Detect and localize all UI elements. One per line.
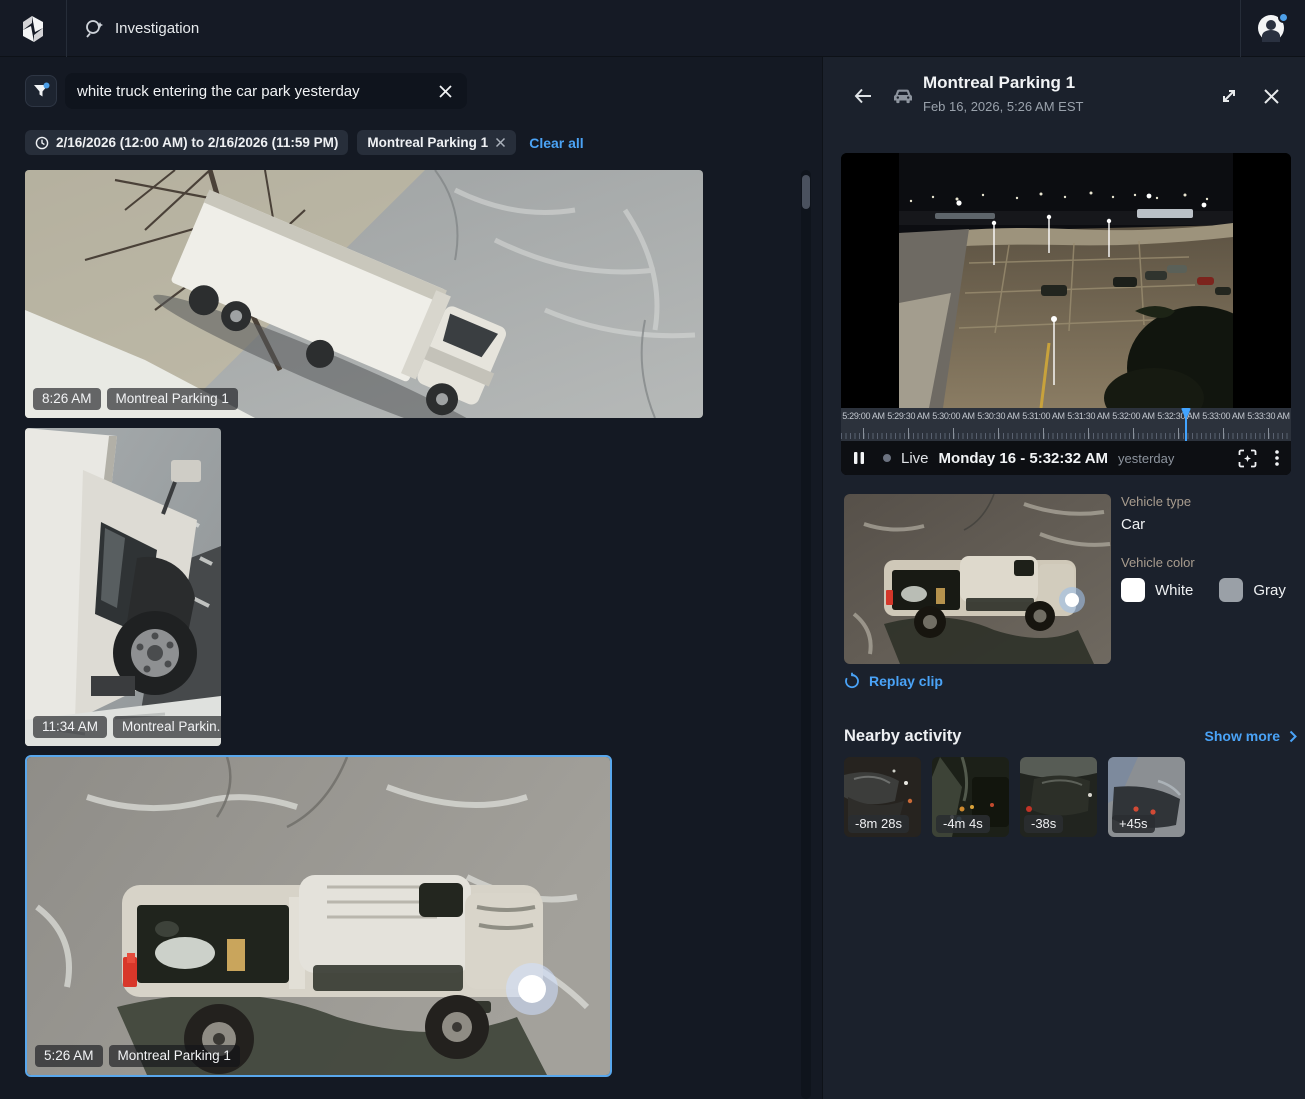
results-scrollbar-thumb[interactable] xyxy=(802,175,810,209)
filter-chips-row: 2/16/2026 (12:00 AM) to 2/16/2026 (11:59… xyxy=(25,130,584,155)
avatar-status-badge xyxy=(1278,12,1289,23)
result-2-time-badge: 11:34 AM xyxy=(33,716,107,738)
detail-subtitle: Feb 16, 2026, 5:26 AM EST xyxy=(923,99,1083,114)
search-bar xyxy=(65,73,467,109)
relative-day-label: yesterday xyxy=(1118,451,1174,466)
clear-all-link[interactable]: Clear all xyxy=(529,135,583,151)
date-range-label: 2/16/2026 (12:00 AM) to 2/16/2026 (11:59… xyxy=(56,135,338,150)
topbar-divider-right xyxy=(1240,0,1241,57)
vehicle-color-label: Vehicle color xyxy=(1121,555,1297,570)
nearby-offset-badge: -8m 28s xyxy=(848,815,909,833)
playback-timestamp: Monday 16 - 5:32:32 AM xyxy=(939,450,1109,467)
player-timeline[interactable]: 5:29:00 AM 5:29:30 AM 5:30:00 AM 5:30:30… xyxy=(841,408,1291,441)
result-2-snapshot xyxy=(25,428,221,746)
result-3-time-badge: 5:26 AM xyxy=(35,1045,103,1067)
timeline-playhead[interactable] xyxy=(1181,408,1191,441)
video-player[interactable]: 5:29:00 AM 5:29:30 AM 5:30:00 AM 5:30:30… xyxy=(841,153,1291,475)
result-3-camera-badge: Montreal Parking 1 xyxy=(109,1045,240,1067)
live-video-snapshot xyxy=(899,153,1233,408)
nearby-offset-badge: -4m 4s xyxy=(936,815,990,833)
vehicle-color-white: White xyxy=(1121,578,1193,602)
detection-thumbnail[interactable] xyxy=(844,494,1111,664)
detail-panel: Montreal Parking 1 Feb 16, 2026, 5:26 AM… xyxy=(822,57,1305,1099)
app-logo-icon[interactable] xyxy=(14,10,52,48)
detection-snapshot xyxy=(844,494,1111,664)
expand-icon[interactable] xyxy=(1217,84,1241,108)
result-1-snapshot xyxy=(25,170,703,418)
vehicle-type-value: Car xyxy=(1121,516,1297,533)
nearby-activity-row: -8m 28s -4m 4s -38s xyxy=(844,757,1185,837)
replay-clip-label: Replay clip xyxy=(869,673,943,689)
result-card-3[interactable]: 5:26 AM Montreal Parking 1 xyxy=(25,755,612,1077)
result-1-camera-badge: Montreal Parking 1 xyxy=(107,388,238,410)
nearby-item-3[interactable]: -38s xyxy=(1020,757,1097,837)
player-controls: Live Monday 16 - 5:32:32 AM yesterday xyxy=(841,441,1291,475)
live-indicator-dot xyxy=(883,454,891,462)
detail-header: Montreal Parking 1 Feb 16, 2026, 5:26 AM… xyxy=(823,57,1305,135)
result-card-1[interactable]: 8:26 AM Montreal Parking 1 xyxy=(25,170,703,418)
detail-title: Montreal Parking 1 xyxy=(923,73,1083,93)
detection-focus-icon[interactable] xyxy=(1238,449,1257,468)
result-3-snapshot xyxy=(27,757,610,1075)
timeline-ticks xyxy=(841,428,1291,439)
investigation-search-icon xyxy=(84,18,105,39)
back-icon[interactable] xyxy=(851,84,875,108)
vehicle-type-label: Vehicle type xyxy=(1121,494,1297,509)
replay-clip-button[interactable]: Replay clip xyxy=(844,672,943,689)
vehicle-attributes: Vehicle type Car Vehicle color White Gra… xyxy=(1121,494,1297,602)
more-options-icon[interactable] xyxy=(1275,450,1279,466)
nearby-item-4[interactable]: +45s xyxy=(1108,757,1185,837)
nearby-offset-badge: +45s xyxy=(1112,815,1155,833)
result-card-2[interactable]: 11:34 AM Montreal Parkin... xyxy=(25,428,221,746)
car-icon xyxy=(891,86,915,106)
topbar-divider xyxy=(66,0,67,57)
camera-filter-chip[interactable]: Montreal Parking 1 xyxy=(357,130,516,155)
result-2-camera-badge: Montreal Parkin... xyxy=(113,716,221,738)
result-1-time-badge: 8:26 AM xyxy=(33,388,101,410)
show-more-link[interactable]: Show more xyxy=(1205,728,1297,744)
results-panel: 2/16/2026 (12:00 AM) to 2/16/2026 (11:59… xyxy=(0,57,822,1099)
pause-button[interactable] xyxy=(853,451,865,465)
gray-swatch xyxy=(1219,578,1243,602)
white-swatch xyxy=(1121,578,1145,602)
nearby-activity-title: Nearby activity xyxy=(844,727,961,746)
top-bar: Investigation xyxy=(0,0,1305,57)
close-icon[interactable] xyxy=(1259,84,1283,108)
search-clear-icon[interactable] xyxy=(435,81,455,101)
timeline-labels: 5:29:00 AM 5:29:30 AM 5:30:00 AM 5:30:30… xyxy=(841,408,1291,421)
chevron-right-icon xyxy=(1289,730,1297,743)
search-input[interactable] xyxy=(77,83,435,100)
filter-button[interactable] xyxy=(25,75,57,107)
clock-icon xyxy=(35,136,49,150)
nearby-offset-badge: -38s xyxy=(1024,815,1063,833)
video-frame[interactable] xyxy=(841,153,1291,408)
vehicle-color-gray: Gray xyxy=(1219,578,1286,602)
camera-chip-remove-icon[interactable] xyxy=(495,137,506,148)
camera-filter-label: Montreal Parking 1 xyxy=(367,135,488,150)
live-label[interactable]: Live xyxy=(901,450,929,467)
nearby-item-2[interactable]: -4m 4s xyxy=(932,757,1009,837)
user-avatar[interactable] xyxy=(1258,15,1286,43)
results-scrollbar[interactable] xyxy=(801,170,811,1099)
replay-icon xyxy=(844,672,860,689)
page-title: Investigation xyxy=(115,20,199,37)
date-range-chip[interactable]: 2/16/2026 (12:00 AM) to 2/16/2026 (11:59… xyxy=(25,130,348,155)
nearby-item-1[interactable]: -8m 28s xyxy=(844,757,921,837)
